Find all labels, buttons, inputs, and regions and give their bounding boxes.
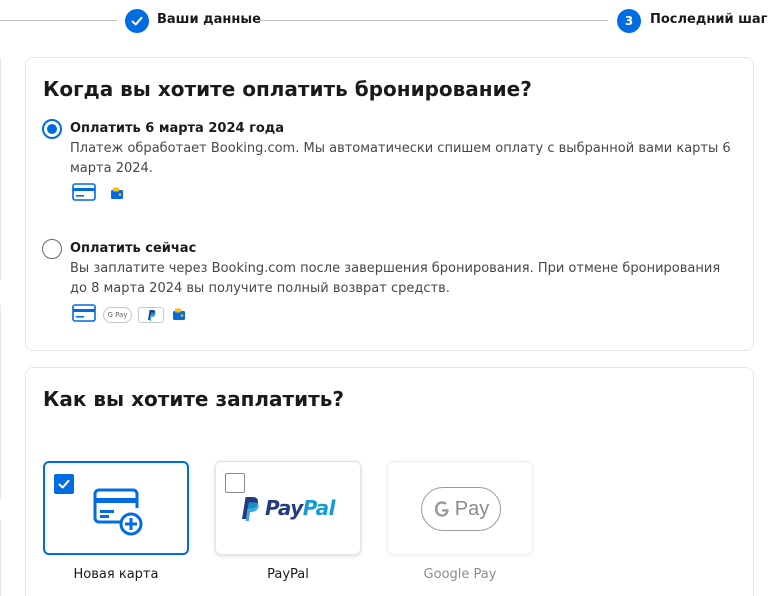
paypal-logo-pal: Pal	[302, 496, 336, 520]
google-pay-logo: Pay	[421, 487, 501, 531]
payment-timing-title: Когда вы хотите оплатить бронирование?	[43, 77, 532, 101]
step-2-label: Ваши данные	[157, 12, 261, 27]
wallet-icon	[172, 306, 186, 325]
new-card-checkbox[interactable]	[54, 474, 74, 494]
stepper-line-left	[0, 20, 117, 21]
pay-now-methods: G Pay	[72, 304, 186, 326]
pay-later-methods	[72, 183, 124, 205]
wallet-icon	[110, 185, 124, 204]
google-g-icon	[434, 501, 449, 517]
pay-now-title[interactable]: Оплатить сейчас	[70, 241, 196, 256]
new-card-icon	[93, 488, 145, 540]
google-pay-label: Google Pay	[423, 567, 497, 582]
paypal-logo-pay: Pay	[265, 496, 303, 520]
paypal-checkbox[interactable]	[225, 473, 245, 493]
step-3-number: 3	[617, 9, 641, 33]
google-pay-icon: G Pay	[103, 307, 132, 323]
payment-method-title: Как вы хотите заплатить?	[43, 387, 344, 411]
left-panel-edge	[0, 520, 1, 596]
step-3-label: Последний шаг	[650, 12, 768, 27]
pay-now-radio[interactable]	[42, 239, 62, 259]
step-2-check-icon	[125, 9, 149, 33]
progress-stepper: Ваши данные 3 Последний шаг	[0, 0, 776, 44]
paypal-tile[interactable]: PayPal	[215, 461, 361, 555]
stepper-line-middle	[260, 20, 608, 21]
payment-timing-card: Когда вы хотите оплатить бронирование? О…	[25, 57, 754, 351]
credit-card-icon	[72, 183, 96, 205]
google-pay-logo-text: Pay	[454, 497, 490, 520]
left-panel-edge	[0, 305, 1, 500]
google-pay-icon-text: G Pay	[107, 311, 128, 319]
left-panel-edge	[0, 58, 1, 280]
paypal-icon	[138, 307, 164, 323]
payment-method-card: Как вы хотите заплатить? Новая карта Pay…	[25, 367, 754, 596]
paypal-logo: PayPal	[238, 495, 336, 521]
credit-card-icon	[72, 304, 96, 326]
pay-now-description: Вы заплатите через Booking.com после зав…	[70, 261, 721, 296]
google-pay-tile: Pay	[387, 461, 533, 555]
pay-later-title[interactable]: Оплатить 6 марта 2024 года	[70, 121, 284, 136]
paypal-label: PayPal	[267, 567, 309, 582]
new-card-tile[interactable]	[43, 461, 189, 555]
new-card-label: Новая карта	[73, 567, 159, 582]
pay-later-description: Платеж обработает Booking.com. Мы автома…	[70, 141, 731, 176]
pay-later-radio[interactable]	[42, 119, 62, 139]
